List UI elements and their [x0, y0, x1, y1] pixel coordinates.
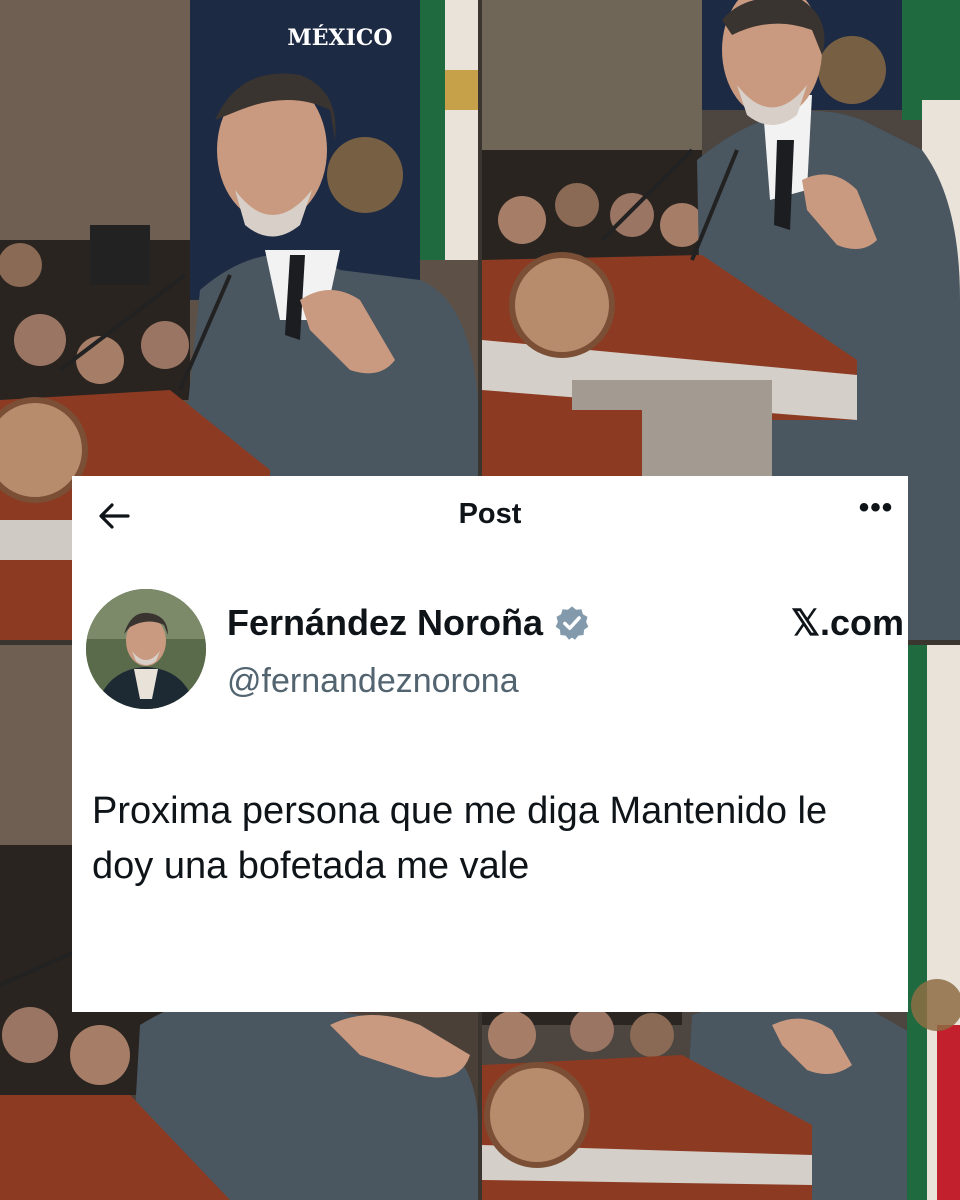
author-handle[interactable]: @fernandeznorona [227, 662, 519, 701]
more-dots-icon: ••• [858, 491, 894, 524]
author-name-row: Fernández Noroña [227, 602, 591, 644]
site-label: 𝕏.com [790, 602, 904, 643]
verified-badge-icon [555, 606, 589, 640]
page-title: Post [458, 498, 522, 530]
mexico-banner-text: MÉXICO [287, 24, 392, 51]
avatar-photo [86, 589, 206, 709]
author-display-name[interactable]: Fernández Noroña [227, 602, 543, 644]
more-options-button[interactable]: ••• [854, 493, 898, 534]
avatar[interactable] [86, 589, 206, 709]
post-text: Proxima persona que me diga Mantenido le… [92, 790, 828, 887]
post-card: Post ••• Fernández Noroña 𝕏.com @fernand… [72, 476, 908, 1012]
